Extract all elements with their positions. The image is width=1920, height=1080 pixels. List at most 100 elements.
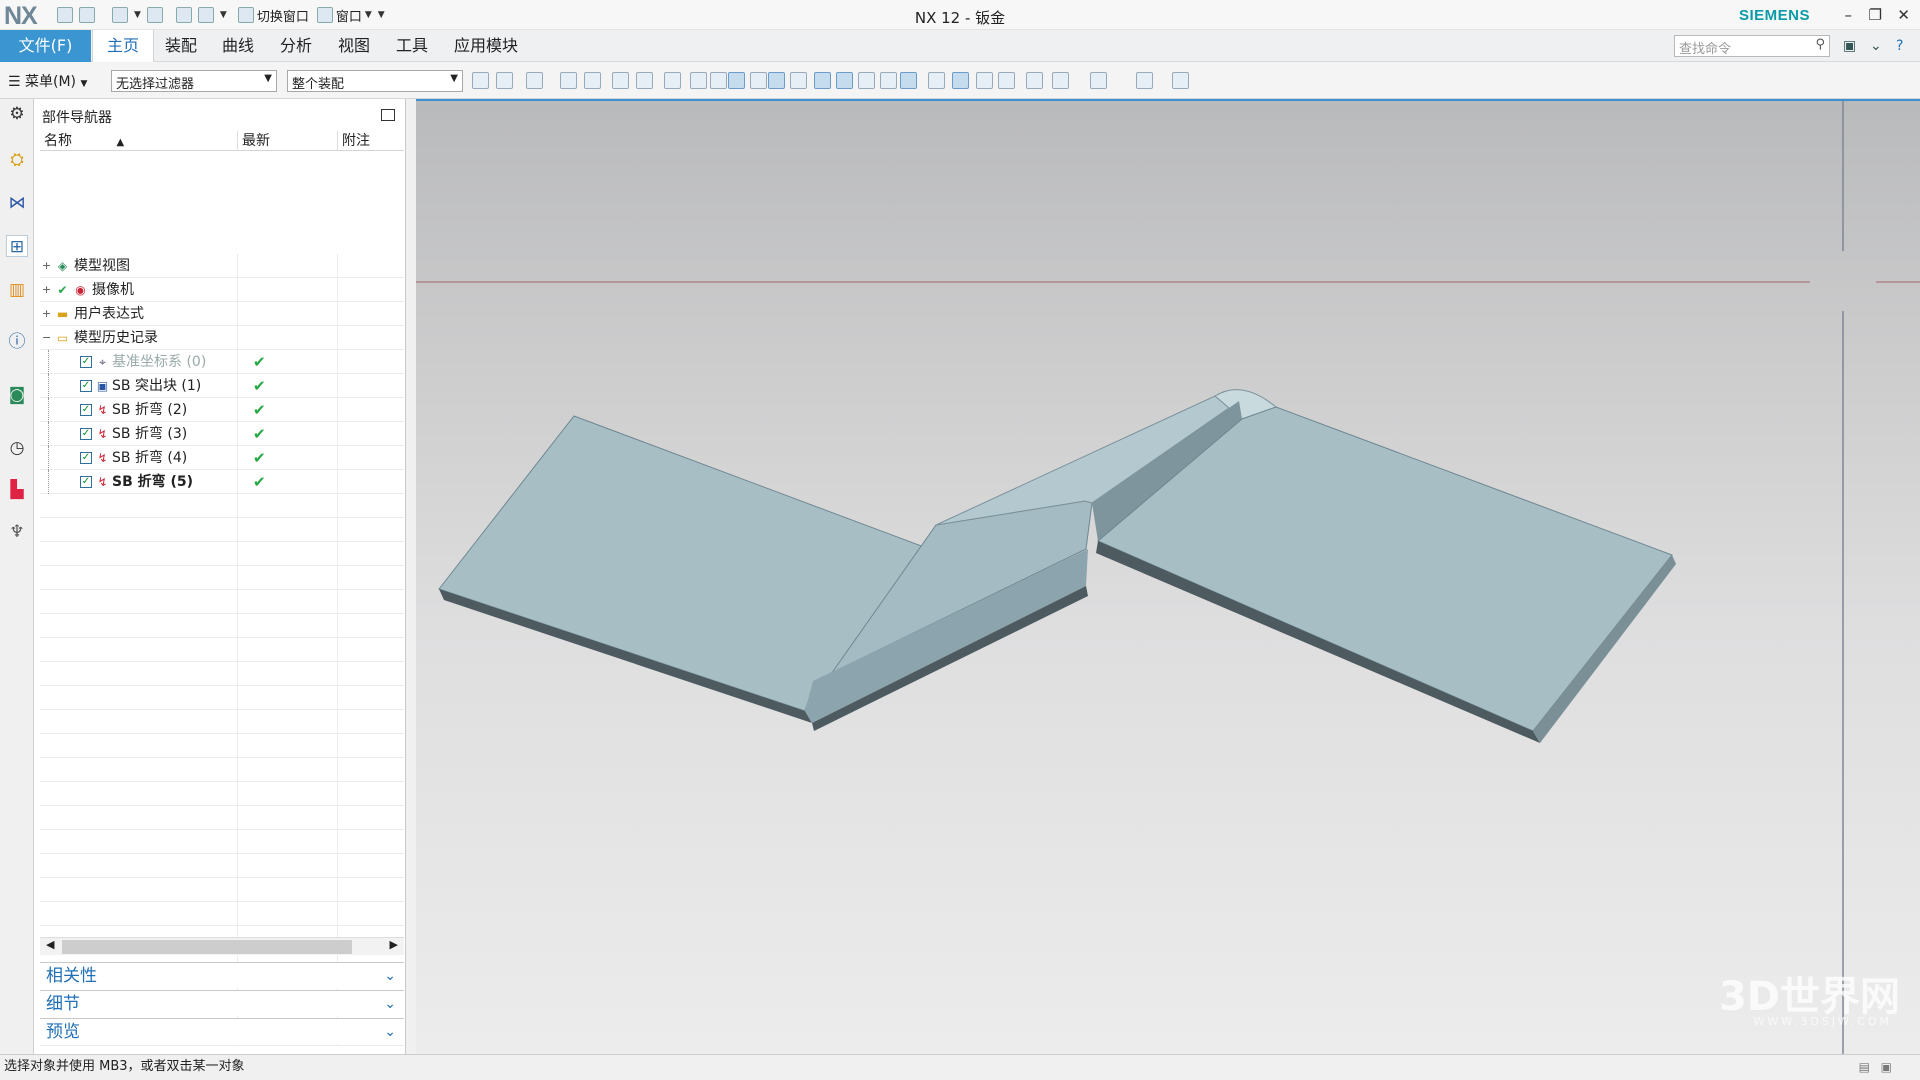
tree-node[interactable]: + ✔ 摄像机 ◉ — [40, 278, 404, 302]
feature-row[interactable]: ✓ ↯ SB 折弯 (2) ✔ — [40, 398, 404, 422]
panel-preview[interactable]: 预览 ⌄ — [40, 1018, 404, 1044]
ribbon-display-icon[interactable]: ▣ — [1843, 38, 1856, 54]
tab-feature-icon: ▣ — [96, 379, 109, 393]
column-notes-header[interactable]: 附注 — [338, 131, 404, 151]
feature-visibility-checkbox[interactable]: ✓ — [80, 356, 92, 368]
snap-tool-icon[interactable] — [584, 72, 601, 89]
folder-icon: ▬ — [56, 307, 69, 321]
history-icon[interactable]: ◙ — [6, 384, 28, 406]
tab-tools[interactable]: 工具 — [392, 30, 432, 62]
feature-visibility-checkbox[interactable]: ✓ — [80, 380, 92, 392]
snap-tool-icon[interactable] — [1172, 72, 1189, 89]
panel-dependencies[interactable]: 相关性 ⌄ — [40, 962, 404, 988]
snap-tool-icon[interactable] — [900, 72, 917, 89]
expand-icon[interactable]: + — [42, 278, 51, 302]
snap-tool-icon[interactable] — [612, 72, 629, 89]
collapse-icon[interactable]: − — [42, 326, 51, 350]
settings-gear-icon[interactable]: ⚙ — [6, 103, 28, 125]
snap-tool-icon[interactable] — [710, 72, 727, 89]
minimize-icon[interactable]: – — [1845, 6, 1853, 24]
part-navigator-icon[interactable]: ⊞ — [6, 235, 28, 257]
file-tab[interactable]: 文件(F) — [0, 30, 91, 62]
graphics-viewport[interactable]: 3D世界网 WWW.3DSJW.COM — [416, 99, 1920, 1054]
tab-application[interactable]: 应用模块 — [450, 30, 522, 62]
column-name-header[interactable]: 名称 ▲ — [40, 131, 238, 151]
snap-tool-icon[interactable] — [728, 72, 745, 89]
snap-tool-icon[interactable] — [526, 72, 543, 89]
snap-tool-icon[interactable] — [814, 72, 831, 89]
panel-details-label: 细节 — [46, 994, 80, 1014]
snap-tool-icon[interactable] — [880, 72, 897, 89]
help-icon[interactable]: ? — [1896, 38, 1903, 54]
snap-tool-icon[interactable] — [560, 72, 577, 89]
snap-tool-icon[interactable] — [636, 72, 653, 89]
tab-home[interactable]: 主页 — [92, 30, 155, 63]
tab-analysis[interactable]: 分析 — [276, 30, 316, 62]
role-icon[interactable]: ♆ — [6, 521, 28, 543]
sheet-metal-model[interactable] — [416, 101, 1920, 1054]
snap-tool-icon[interactable] — [664, 72, 681, 89]
expand-icon[interactable]: + — [42, 254, 51, 278]
tab-view[interactable]: 视图 — [334, 30, 374, 62]
expand-icon[interactable]: + — [42, 302, 51, 326]
clock-icon[interactable]: ◷ — [6, 437, 28, 459]
snap-tool-icon[interactable] — [750, 72, 767, 89]
feature-visibility-checkbox[interactable]: ✓ — [80, 452, 92, 464]
ribbon-collapse-icon[interactable]: ⌄ — [1870, 38, 1882, 54]
snap-tool-icon[interactable] — [976, 72, 993, 89]
panel-details[interactable]: 细节 ⌄ — [40, 990, 404, 1016]
snap-tool-icon[interactable] — [1090, 72, 1107, 89]
scroll-thumb[interactable] — [62, 940, 352, 954]
tree-node[interactable]: − ▭ 模型历史记录 — [40, 326, 404, 350]
menu-button[interactable]: ☰ 菜单(M) ▼ — [8, 71, 87, 91]
maximize-panel-icon[interactable] — [381, 109, 395, 121]
tab-assembly[interactable]: 装配 — [161, 30, 201, 62]
web-browser-icon[interactable]: ⓘ — [6, 331, 28, 353]
assembly-navigator-icon[interactable]: ⛭ — [6, 149, 28, 171]
command-search-input[interactable]: 查找命令 ⚲ — [1674, 35, 1830, 57]
scroll-left-icon[interactable]: ◀ — [46, 938, 54, 951]
reuse-library-icon[interactable]: ▥ — [6, 279, 28, 301]
restore-icon[interactable]: ❐ — [1869, 6, 1882, 24]
snap-tool-icon[interactable] — [496, 72, 513, 89]
palette-icon[interactable]: ▙ — [6, 479, 28, 501]
selection-scope-select[interactable]: 整个装配 ▼ — [287, 70, 463, 92]
feature-visibility-checkbox[interactable]: ✓ — [80, 428, 92, 440]
type-filter-select[interactable]: 无选择过滤器 ▼ — [111, 70, 277, 92]
snap-tool-icon[interactable] — [768, 72, 785, 89]
feature-row[interactable]: ✓ ⌖ 基准坐标系 (0) ✔ — [40, 350, 404, 374]
snap-tool-icon[interactable] — [928, 72, 945, 89]
horizontal-scrollbar[interactable]: ◀ ▶ — [40, 937, 404, 955]
empty-row — [40, 734, 404, 758]
close-icon[interactable]: ✕ — [1897, 6, 1910, 24]
chevron-down-icon: ▼ — [450, 73, 458, 84]
snap-tool-icon[interactable] — [1136, 72, 1153, 89]
constraint-navigator-icon[interactable]: ⋈ — [6, 192, 28, 214]
snap-tool-icon[interactable] — [836, 72, 853, 89]
column-latest-header[interactable]: 最新 — [238, 131, 338, 151]
snap-tool-icon[interactable] — [1052, 72, 1069, 89]
snap-tool-icon[interactable] — [998, 72, 1015, 89]
search-icon[interactable]: ⚲ — [1815, 37, 1825, 52]
scroll-right-icon[interactable]: ▶ — [390, 938, 398, 951]
snap-tool-icon[interactable] — [1026, 72, 1043, 89]
snap-tool-icon[interactable] — [858, 72, 875, 89]
empty-row — [40, 638, 404, 662]
snap-tool-icon[interactable] — [472, 72, 489, 89]
feature-row[interactable]: ✓ ▣ SB 突出块 (1) ✔ — [40, 374, 404, 398]
view-icon: ◈ — [57, 259, 68, 273]
tree-node[interactable]: + ◈ 模型视图 — [40, 254, 404, 278]
tab-curve[interactable]: 曲线 — [218, 30, 258, 62]
datum-csys-icon: ⌖ — [99, 355, 106, 369]
feature-visibility-checkbox[interactable]: ✓ — [80, 404, 92, 416]
feature-row[interactable]: ✓ ↯ SB 折弯 (4) ✔ — [40, 446, 404, 470]
feature-row[interactable]: ✓ ↯ SB 折弯 (3) ✔ — [40, 422, 404, 446]
snap-tool-icon[interactable] — [952, 72, 969, 89]
tree-node[interactable]: + ▬ 用户表达式 — [40, 302, 404, 326]
feature-row[interactable]: ✓ ↯ SB 折弯 (5) ✔ — [40, 470, 404, 494]
status-message: 选择对象并使用 MB3，或者双击某一对象 — [4, 1059, 245, 1074]
snap-tool-icon[interactable] — [690, 72, 707, 89]
feature-visibility-checkbox[interactable]: ✓ — [80, 476, 92, 488]
snap-tool-icon[interactable] — [790, 72, 807, 89]
up-to-date-check-icon: ✔ — [253, 377, 266, 395]
